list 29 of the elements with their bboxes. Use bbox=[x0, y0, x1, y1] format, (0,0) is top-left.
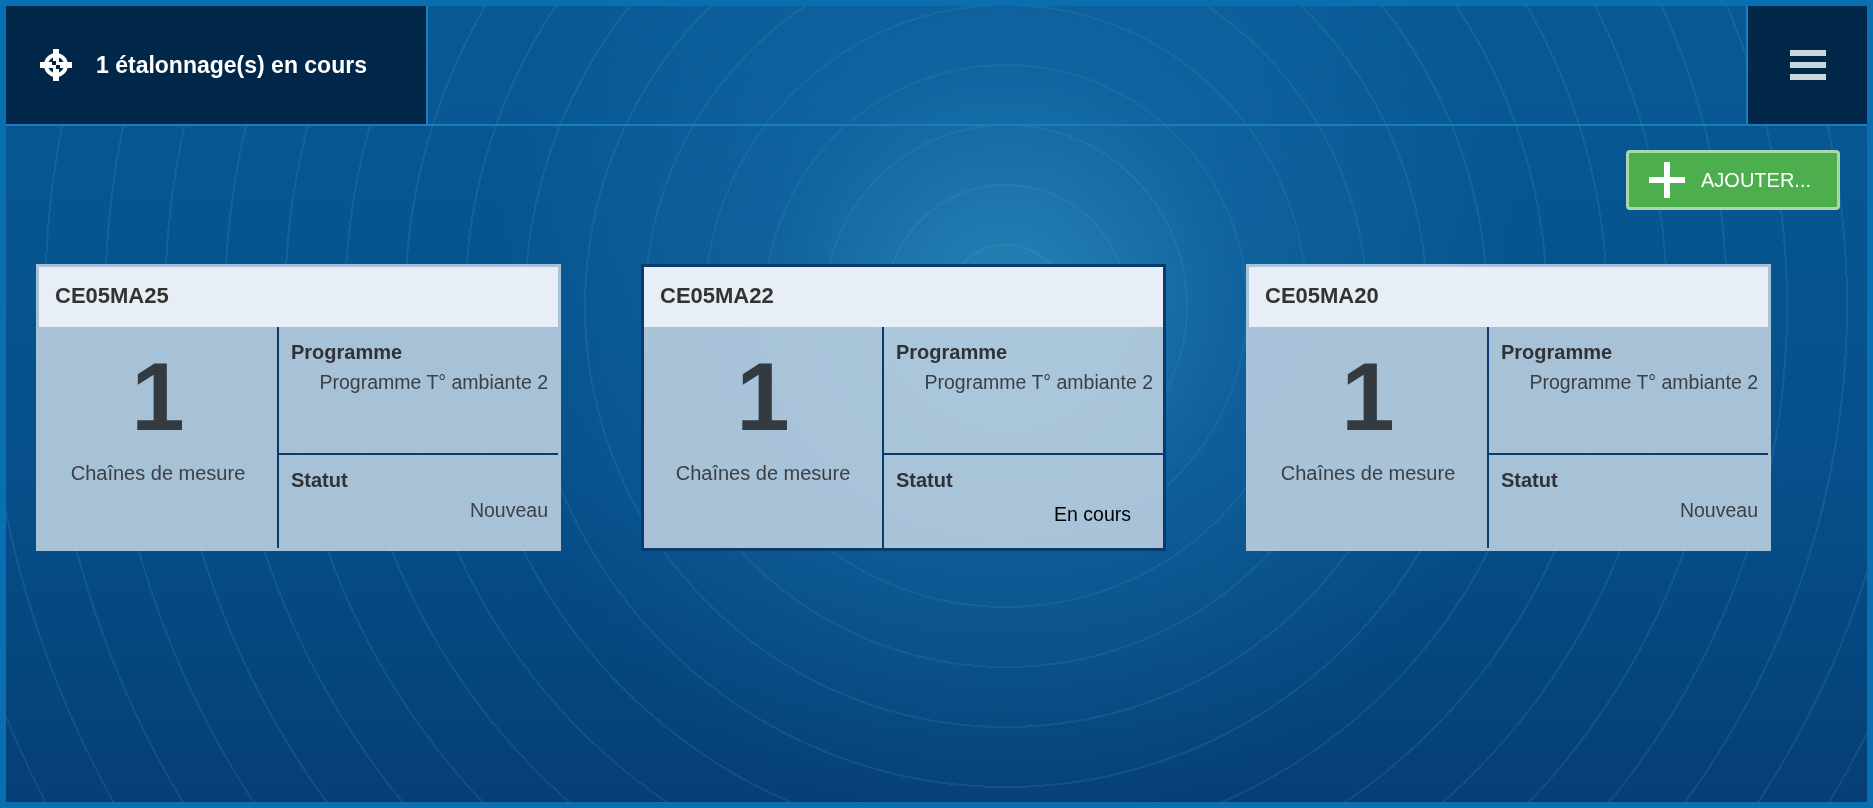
card-title: CE05MA20 bbox=[1249, 267, 1768, 327]
card-title: CE05MA25 bbox=[39, 267, 558, 327]
calibration-card[interactable]: CE05MA20 1 Chaînes de mesure Programme Programme T° ambiante 2 Statut Nouveau bbox=[1246, 264, 1771, 551]
program-label: Programme bbox=[291, 341, 404, 364]
count-label: Chaînes de mesure bbox=[70, 461, 246, 485]
status-label: Statut bbox=[896, 469, 954, 492]
crosshair-icon bbox=[40, 49, 72, 81]
menu-icon bbox=[1789, 50, 1826, 80]
page-title: 1 étalonnage(s) en cours bbox=[96, 51, 367, 79]
count-label: Chaînes de mesure bbox=[675, 461, 851, 485]
status-value: Nouveau bbox=[1678, 498, 1758, 523]
status-value: Nouveau bbox=[468, 498, 548, 523]
calibration-card[interactable]: CE05MA25 1 Chaînes de mesure Programme Programme T° ambiante 2 Statut Nouveau bbox=[36, 264, 561, 551]
count-value: 1 bbox=[131, 347, 185, 448]
card-title: CE05MA22 bbox=[644, 267, 1163, 327]
count-value: 1 bbox=[1341, 347, 1395, 448]
program-value: Programme T° ambiante 2 bbox=[923, 370, 1153, 395]
calibration-card[interactable]: CE05MA22 1 Chaînes de mesure Programme Programme T° ambiante 2 Statut En cours bbox=[641, 264, 1166, 551]
status-value: En cours bbox=[1053, 502, 1132, 527]
count-value: 1 bbox=[736, 347, 790, 448]
status-label: Statut bbox=[1501, 469, 1559, 492]
program-value: Programme T° ambiante 2 bbox=[1528, 370, 1758, 395]
program-value: Programme T° ambiante 2 bbox=[318, 370, 548, 395]
menu-button[interactable] bbox=[1746, 6, 1867, 124]
count-label: Chaînes de mesure bbox=[1280, 461, 1456, 485]
status-label: Statut bbox=[291, 469, 349, 492]
program-label: Programme bbox=[1501, 341, 1614, 364]
plus-icon bbox=[1649, 162, 1685, 198]
program-label: Programme bbox=[896, 341, 1009, 364]
